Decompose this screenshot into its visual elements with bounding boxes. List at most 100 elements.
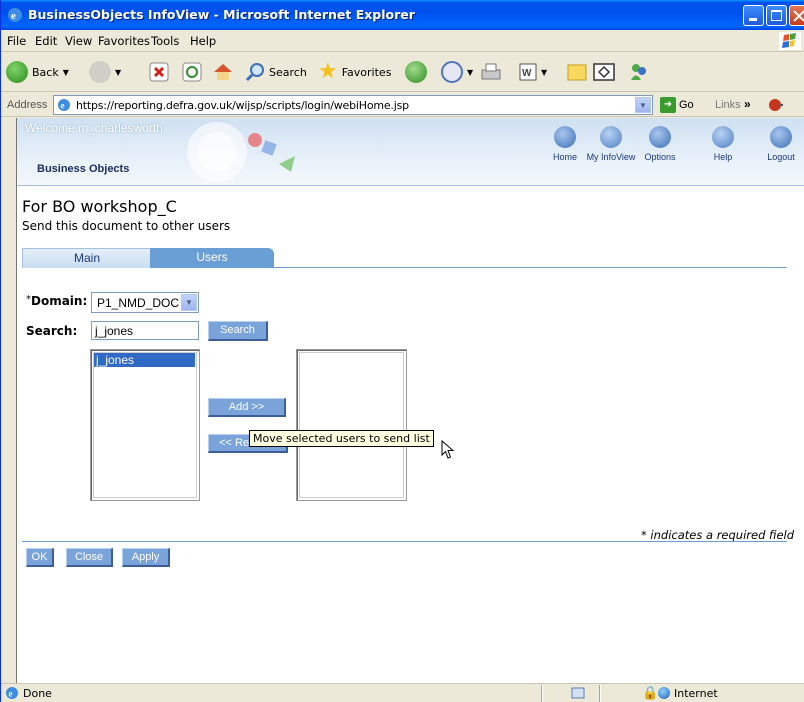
messenger-button[interactable] xyxy=(628,60,650,84)
divider xyxy=(22,541,787,542)
lock-icon: 🔒 xyxy=(642,685,659,700)
windows-logo-icon xyxy=(779,32,801,50)
browser-window: e BusinessObjects InfoView - Microsoft I… xyxy=(0,0,804,702)
nav-help-button[interactable]: Help xyxy=(698,126,748,162)
list-item[interactable]: j_jones xyxy=(94,353,195,367)
addon-icon[interactable] xyxy=(768,97,784,113)
page-subtitle: Send this document to other users xyxy=(22,219,231,233)
nav-my-infoview-button[interactable]: My InfoView xyxy=(586,126,636,162)
menu-view[interactable]: View xyxy=(65,34,92,48)
menu-file[interactable]: File xyxy=(7,34,26,48)
print-button[interactable] xyxy=(480,60,502,84)
stop-button[interactable] xyxy=(149,60,169,84)
options-icon xyxy=(649,126,671,148)
address-url: https://reporting.defra.gov.uk/wijsp/scr… xyxy=(76,99,409,112)
search-input[interactable]: j_jones xyxy=(91,321,199,340)
divider xyxy=(541,685,543,702)
menu-edit[interactable]: Edit xyxy=(35,34,57,48)
menu-favorites[interactable]: Favorites xyxy=(98,34,150,48)
status-bar: e Done 🔒 Internet xyxy=(1,683,804,702)
add-button[interactable]: Add >> xyxy=(208,398,286,417)
available-users-list[interactable]: j_jones xyxy=(90,349,200,501)
nav-options-button[interactable]: Options xyxy=(635,126,685,162)
close-window-button[interactable] xyxy=(789,5,804,26)
forward-arrow-icon xyxy=(89,61,111,83)
globe-icon xyxy=(658,687,670,699)
refresh-button[interactable] xyxy=(182,60,202,84)
home-icon xyxy=(554,126,576,148)
home-button[interactable] xyxy=(212,60,234,84)
minimize-button[interactable] xyxy=(743,5,764,26)
tab-main[interactable]: Main xyxy=(22,248,152,268)
dropdown-arrow-icon: ▼ xyxy=(541,67,548,77)
toolbar: Back ▼ ▼ Search ★ Favorites ▼ W ▼ xyxy=(1,52,804,92)
domain-label: *Domain: xyxy=(26,294,88,308)
address-dropdown-icon[interactable]: ▼ xyxy=(635,97,651,113)
page-title: For BO workshop_C xyxy=(22,197,177,216)
history-button[interactable] xyxy=(405,60,427,84)
nav-logout-button[interactable]: Logout xyxy=(756,126,804,162)
chevron-down-icon[interactable]: ▼ xyxy=(181,294,197,311)
infoview-icon xyxy=(600,126,622,148)
security-zone: Internet xyxy=(674,687,718,700)
menu-bar: File Edit View Favorites Tools Help xyxy=(1,30,804,52)
help-icon xyxy=(712,126,734,148)
menu-tools[interactable]: Tools xyxy=(151,34,179,48)
domain-select[interactable]: P1_NMD_DOC ▼ xyxy=(91,292,199,313)
status-text: Done xyxy=(23,687,52,700)
apply-button[interactable]: Apply xyxy=(122,548,170,567)
address-input[interactable]: e https://reporting.defra.gov.uk/wijsp/s… xyxy=(53,95,653,115)
print-icon xyxy=(481,63,501,80)
history-icon xyxy=(405,61,427,83)
back-arrow-icon xyxy=(6,61,28,83)
welcome-text: Welcome m_charlesworth xyxy=(25,121,163,135)
research-icon xyxy=(593,63,615,81)
messenger-icon xyxy=(631,64,646,80)
svg-text:e: e xyxy=(9,689,13,699)
research-button[interactable] xyxy=(593,60,615,84)
ok-button[interactable]: OK xyxy=(26,548,54,567)
tab-users[interactable]: Users xyxy=(150,248,274,268)
mail-icon xyxy=(441,61,463,83)
close-button[interactable]: Close xyxy=(66,548,113,567)
ie-page-icon: e xyxy=(6,687,18,699)
refresh-icon xyxy=(182,62,202,82)
go-button[interactable]: ➜ Go xyxy=(660,97,694,113)
header-decoration xyxy=(187,122,295,182)
page-content: Welcome m_charlesworth Business Objects … xyxy=(16,118,804,683)
go-arrow-icon: ➜ xyxy=(660,97,676,113)
search-button[interactable]: Search xyxy=(208,321,268,341)
favorites-button[interactable]: ★ Favorites xyxy=(318,60,391,84)
home-icon xyxy=(214,64,232,80)
dropdown-arrow-icon: ▼ xyxy=(62,67,69,77)
svg-text:e: e xyxy=(11,10,16,22)
dropdown-arrow-icon: ▼ xyxy=(467,67,474,77)
address-bar: Address e https://reporting.defra.gov.uk… xyxy=(1,93,804,117)
tab-bar: Main Users xyxy=(22,248,787,268)
mail-button[interactable]: ▼ xyxy=(441,60,473,84)
star-icon: ★ xyxy=(318,59,338,84)
back-button[interactable]: Back ▼ xyxy=(6,60,69,84)
title-bar[interactable]: e BusinessObjects InfoView - Microsoft I… xyxy=(1,0,804,30)
business-objects-logo: Business Objects xyxy=(37,163,130,175)
logout-icon xyxy=(770,126,792,148)
links-label[interactable]: Links xyxy=(715,99,741,111)
discuss-button[interactable] xyxy=(566,60,588,84)
bo-header: Welcome m_charlesworth Business Objects … xyxy=(17,118,804,186)
mouse-cursor-icon xyxy=(441,440,455,459)
status-panel-icon xyxy=(571,687,585,699)
maximize-button[interactable] xyxy=(766,5,787,26)
address-label: Address xyxy=(7,99,48,111)
dropdown-arrow-icon: ▼ xyxy=(115,67,122,77)
forward-button[interactable]: ▼ xyxy=(89,60,121,84)
send-list[interactable] xyxy=(296,349,407,501)
ie-page-icon: e xyxy=(58,99,70,111)
search-icon xyxy=(245,63,264,82)
nav-home-button[interactable]: Home xyxy=(540,126,590,162)
ie-icon: e xyxy=(8,8,22,22)
menu-help[interactable]: Help xyxy=(190,34,216,48)
edit-button[interactable]: W ▼ xyxy=(519,60,547,84)
word-icon: W xyxy=(519,63,537,81)
search-button[interactable]: Search xyxy=(245,60,307,84)
chevron-right-icon[interactable]: » xyxy=(744,97,751,111)
